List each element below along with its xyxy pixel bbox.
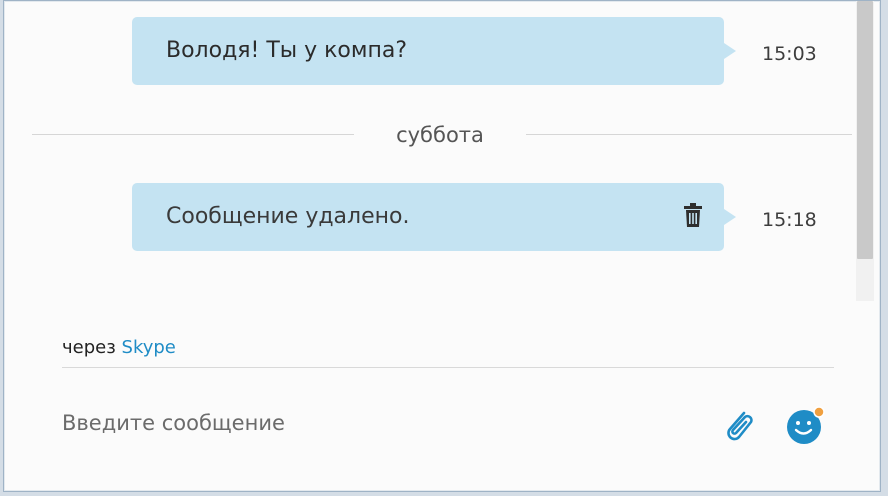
message-bubble-deleted[interactable]: Сообщение удалено. xyxy=(132,183,736,251)
via-label: через Skype xyxy=(62,337,176,358)
day-divider-line xyxy=(32,134,354,135)
trash-icon xyxy=(684,203,702,227)
chat-window: Володя! Ты у компа? 15:03 суббота Сообще… xyxy=(3,0,881,492)
paperclip-icon[interactable] xyxy=(720,405,758,445)
scrollbar-thumb[interactable] xyxy=(857,1,873,259)
message-input[interactable] xyxy=(62,407,662,439)
via-prefix: через xyxy=(62,337,116,358)
day-divider-line xyxy=(526,134,852,135)
message-text: Володя! Ты у компа? xyxy=(166,38,408,63)
smiley-icon[interactable] xyxy=(786,405,826,445)
via-service-link[interactable]: Skype xyxy=(122,337,176,358)
day-divider-label: суббота xyxy=(396,123,484,147)
message-bubble[interactable]: Володя! Ты у компа? xyxy=(132,17,736,85)
composer-separator xyxy=(62,367,834,368)
message-timestamp: 15:03 xyxy=(762,43,817,65)
message-timestamp: 15:18 xyxy=(762,209,817,231)
message-text: Сообщение удалено. xyxy=(166,204,410,229)
